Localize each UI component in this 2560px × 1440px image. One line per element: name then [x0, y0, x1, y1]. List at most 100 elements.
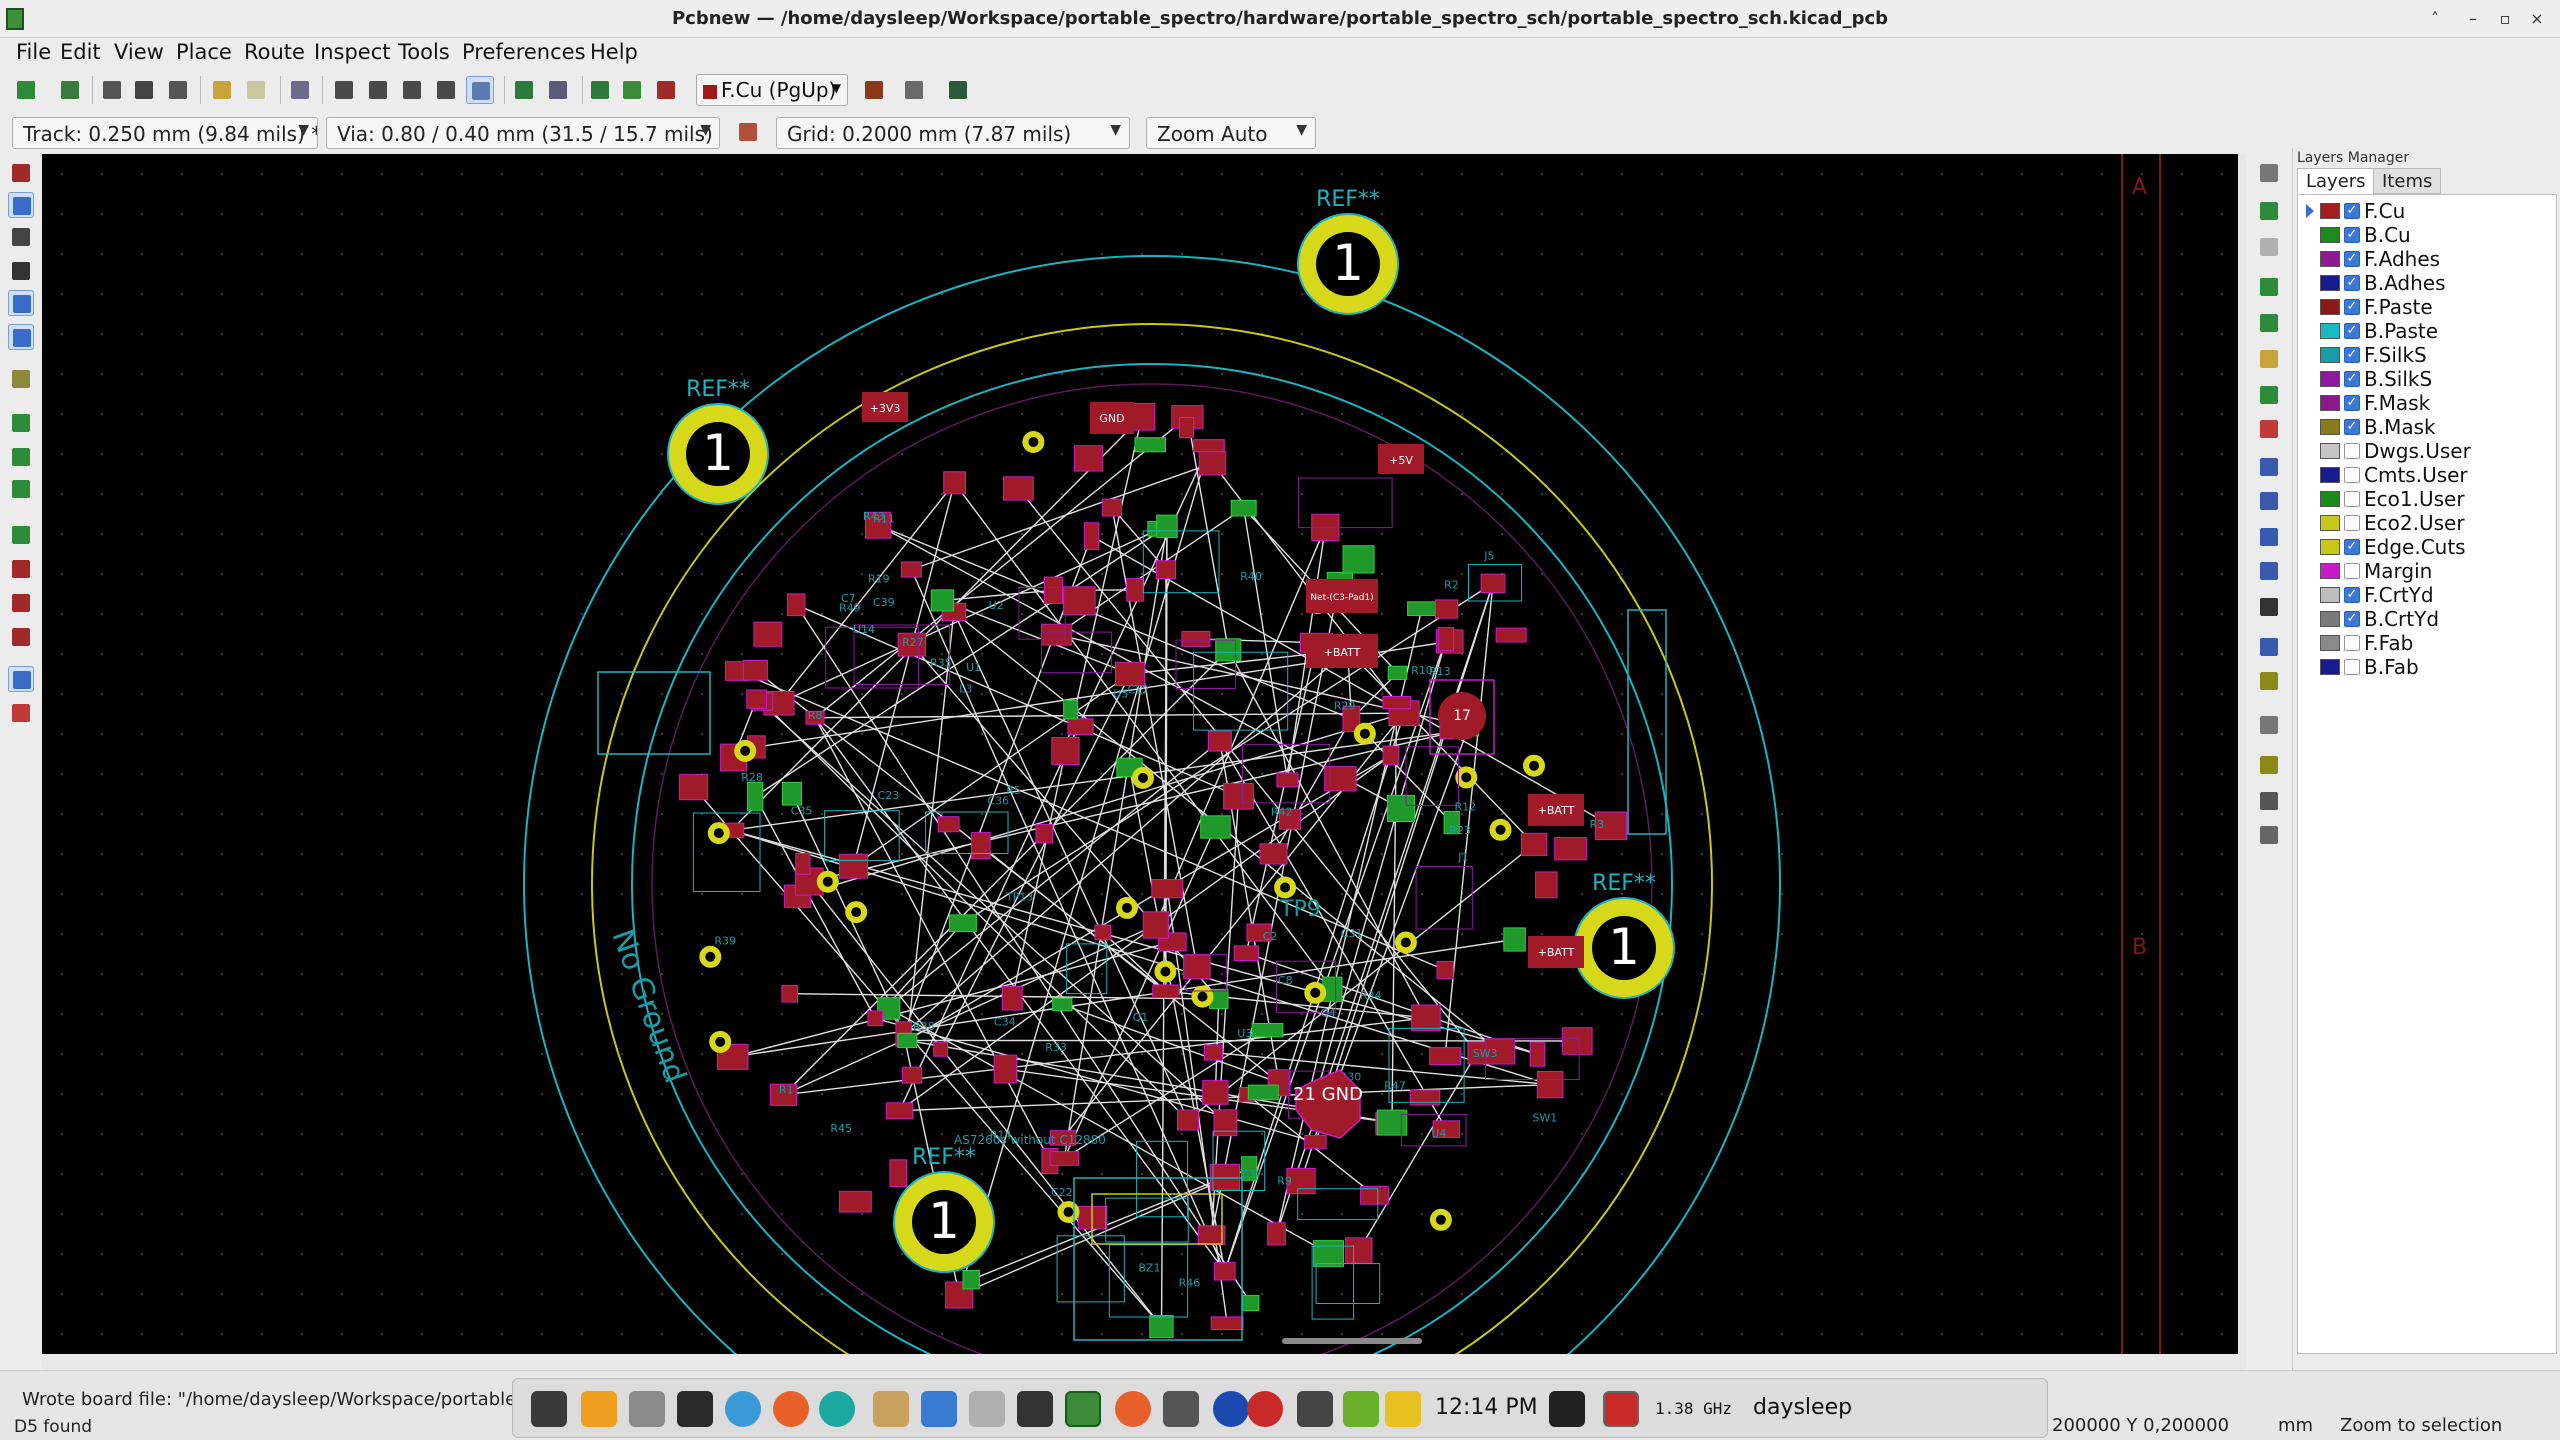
layer-row-b-adhes[interactable]: ✓ B.Adhes: [2298, 271, 2556, 295]
maximize-up-icon[interactable]: ˄: [2422, 6, 2448, 32]
add-polygon-icon[interactable]: [2256, 558, 2282, 584]
menu-edit[interactable]: Edit: [56, 40, 105, 64]
layer-color-swatch[interactable]: [2320, 371, 2340, 387]
layer-row-b-silks[interactable]: ✓ B.SilkS: [2298, 367, 2556, 391]
route-track-icon[interactable]: [2256, 310, 2282, 336]
terminal-icon[interactable]: [677, 1391, 713, 1427]
launcher-icon[interactable]: [531, 1391, 567, 1427]
zone-fill-icon[interactable]: [8, 410, 34, 436]
bluetooth-icon[interactable]: [1213, 1391, 1249, 1427]
netlist-icon[interactable]: [510, 76, 538, 104]
layer-color-swatch[interactable]: [2320, 203, 2340, 219]
layer-color-swatch[interactable]: [2320, 395, 2340, 411]
layer-visibility-checkbox[interactable]: ✓: [2344, 419, 2360, 435]
layer-color-swatch[interactable]: [2320, 419, 2340, 435]
document-viewer-icon[interactable]: [873, 1391, 909, 1427]
zoom-selection-icon[interactable]: [466, 76, 494, 104]
layer-visibility-checkbox[interactable]: [2344, 659, 2360, 675]
redo-icon[interactable]: [242, 76, 270, 104]
via-size-select[interactable]: Via: 0.80 / 0.40 mm (31.5 / 15.7 mils) *…: [326, 117, 720, 149]
open-board-icon[interactable]: [56, 76, 84, 104]
zoom-fit-icon[interactable]: [432, 76, 460, 104]
record-icon[interactable]: [1603, 1391, 1639, 1427]
local-ratsnest-icon[interactable]: [2256, 234, 2282, 260]
color-picker-icon[interactable]: [1247, 1391, 1283, 1427]
sublime-text-icon[interactable]: [581, 1391, 617, 1427]
layer-color-swatch[interactable]: [2320, 347, 2340, 363]
usb-drive-icon[interactable]: [1163, 1391, 1199, 1427]
layer-color-swatch[interactable]: [2320, 659, 2340, 675]
zoom-in-icon[interactable]: [364, 76, 392, 104]
layer-color-swatch[interactable]: [2320, 491, 2340, 507]
layer-color-swatch[interactable]: [2320, 299, 2340, 315]
folder-icon[interactable]: [921, 1391, 957, 1427]
file-manager-icon[interactable]: [629, 1391, 665, 1427]
user-name[interactable]: daysleep: [1753, 1395, 1852, 1420]
layer-color-swatch[interactable]: [2320, 539, 2340, 555]
weather-icon[interactable]: [725, 1391, 761, 1427]
grid-toggle-icon[interactable]: [8, 192, 34, 218]
volume-icon[interactable]: [1549, 1391, 1585, 1427]
add-text-icon[interactable]: [2256, 594, 2282, 620]
firefox-icon[interactable]: [773, 1391, 809, 1427]
layer-row-dwgs-user[interactable]: Dwgs.User: [2298, 439, 2556, 463]
layer-pair-icon[interactable]: [860, 76, 888, 104]
close-button[interactable]: ×: [2524, 6, 2550, 32]
layer-visibility-checkbox[interactable]: [2344, 467, 2360, 483]
tab-items[interactable]: Items: [2373, 168, 2442, 194]
layer-row-b-paste[interactable]: ✓ B.Paste: [2298, 319, 2556, 343]
menu-view[interactable]: View: [110, 40, 168, 64]
high-contrast-icon[interactable]: [8, 590, 34, 616]
layer-visibility-checkbox[interactable]: ✓: [2344, 275, 2360, 291]
scripting-icon[interactable]: [900, 76, 928, 104]
add-target-icon[interactable]: [2256, 668, 2282, 694]
cursor-shape-icon[interactable]: [8, 324, 34, 350]
layer-visibility-checkbox[interactable]: ✓: [2344, 203, 2360, 219]
pcb-canvas[interactable]: A B BZ1 R8 R9 U5 C12 R13 R5 C7 C2 C8 R10 R1 R12 R14 C3…: [42, 154, 2238, 1354]
highlight-net-icon[interactable]: [2256, 198, 2282, 224]
add-via-icon[interactable]: [2256, 346, 2282, 372]
layer-visibility-checkbox[interactable]: ✓: [2344, 347, 2360, 363]
drc-marker-icon[interactable]: [8, 160, 34, 186]
menu-preferences[interactable]: Preferences: [458, 40, 590, 64]
layer-row-eco2-user[interactable]: Eco2.User: [2298, 511, 2556, 535]
zone-sketch-icon[interactable]: [8, 476, 34, 502]
update-pcb-icon[interactable]: [586, 76, 614, 104]
mounting-hole[interactable]: 1 REF**: [1573, 871, 1675, 999]
footprint-editor-icon[interactable]: [544, 76, 572, 104]
grid-select[interactable]: Grid: 0.2000 mm (7.87 mils) ▼: [776, 117, 1130, 149]
mounting-hole[interactable]: 1 REF**: [667, 377, 769, 505]
layer-row-b-fab[interactable]: B.Fab: [2298, 655, 2556, 679]
find-icon[interactable]: [286, 76, 314, 104]
add-zone-icon[interactable]: [2256, 382, 2282, 408]
layer-row-b-cu[interactable]: ✓ B.Cu: [2298, 223, 2556, 247]
layer-color-swatch[interactable]: [2320, 587, 2340, 603]
pcbnew-taskbar-icon[interactable]: [1065, 1391, 1101, 1427]
inch-units-icon[interactable]: [8, 258, 34, 284]
page-settings-icon[interactable]: [98, 76, 126, 104]
menu-route[interactable]: Route: [240, 40, 309, 64]
keepout-area-icon[interactable]: [2256, 416, 2282, 442]
tab-layers[interactable]: Layers: [2297, 168, 2375, 194]
measure-icon[interactable]: [2256, 822, 2282, 848]
console-icon[interactable]: [944, 76, 972, 104]
layer-visibility-checkbox[interactable]: [2344, 635, 2360, 651]
layer-color-swatch[interactable]: [2320, 251, 2340, 267]
tools-icon[interactable]: [969, 1391, 1005, 1427]
layer-row-edge-cuts[interactable]: ✓ Edge.Cuts: [2298, 535, 2556, 559]
add-circle-icon[interactable]: [2256, 488, 2282, 514]
add-dimension-icon[interactable]: [2256, 634, 2282, 660]
layer-row-f-silks[interactable]: ✓ F.SilkS: [2298, 343, 2556, 367]
ratsnest-icon[interactable]: [8, 366, 34, 392]
layer-visibility-checkbox[interactable]: ✓: [2344, 611, 2360, 627]
firefox-window-icon[interactable]: [1115, 1391, 1151, 1427]
layer-visibility-checkbox[interactable]: ✓: [2344, 371, 2360, 387]
add-footprint-icon[interactable]: [2256, 274, 2282, 300]
autoroute-icon[interactable]: [734, 118, 762, 146]
menu-help[interactable]: Help: [586, 40, 642, 64]
layer-row-f-mask[interactable]: ✓ F.Mask: [2298, 391, 2556, 415]
layer-visibility-checkbox[interactable]: ✓: [2344, 251, 2360, 267]
layer-color-swatch[interactable]: [2320, 611, 2340, 627]
layer-row-f-paste[interactable]: ✓ F.Paste: [2298, 295, 2556, 319]
active-layer-select[interactable]: F.Cu (PgUp) ▼: [696, 74, 848, 106]
